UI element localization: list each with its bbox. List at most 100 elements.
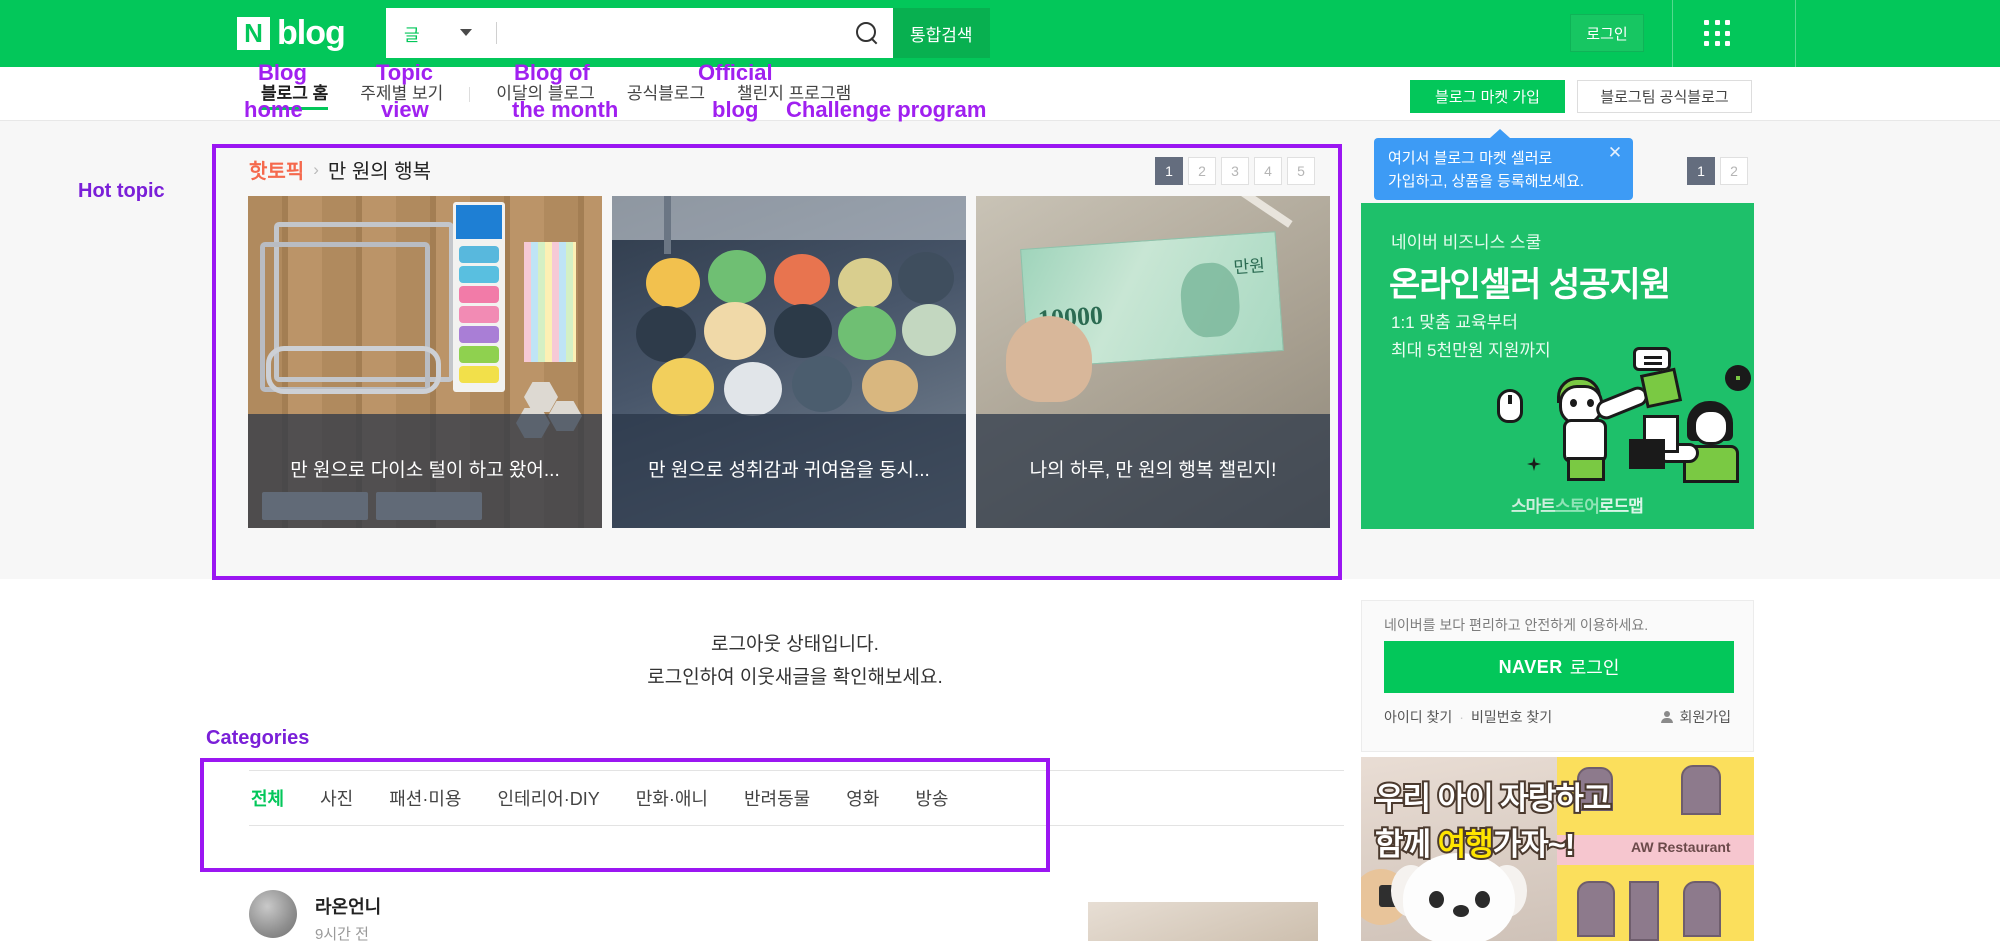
lnb-item-blog-home[interactable]: 블로그 홈	[245, 67, 344, 121]
ad-subtext-line1: 1:1 맞춤 교육부터	[1391, 313, 1518, 332]
hot-topic-page-1[interactable]: 1	[1155, 157, 1183, 185]
category-tab-pets[interactable]: 반려동물	[744, 785, 810, 811]
naver-login-button[interactable]: NAVER 로그인	[1384, 641, 1734, 693]
ad-title: 온라인셀러 성공지원	[1389, 266, 1671, 304]
lnb-item-official-blog[interactable]: 공식블로그	[611, 67, 721, 121]
card-caption: 만 원으로 성취감과 귀여움을 동시...	[612, 414, 966, 528]
category-tab-list: 전체 사진 패션·미용 인테리어·DIY 만화·애니 반려동물 영화 방송	[249, 771, 1344, 825]
lnb-item-topic-view[interactable]: 주제별 보기	[344, 67, 459, 121]
gnb-divider-left	[1672, 0, 1673, 67]
post-author-name[interactable]: 라온언니	[315, 893, 381, 919]
card-caption: 만 원으로 다이소 털이 하고 왔어...	[248, 414, 602, 528]
ad-dog-sign-text: AW Restaurant	[1631, 839, 1731, 855]
gnb-divider-right	[1795, 0, 1796, 67]
card-caption: 나의 하루, 만 원의 행복 챌린지!	[976, 414, 1330, 528]
search-type-label: 글	[404, 25, 420, 45]
total-search-button[interactable]: 통합검색	[893, 8, 990, 58]
hot-topic-card[interactable]: 만 원으로 성취감과 귀여움을 동시...	[612, 196, 966, 528]
naver-brand-text: NAVER	[1498, 656, 1563, 677]
login-card-note: 네이버를 보다 편리하고 안전하게 이용하세요.	[1384, 617, 1649, 633]
logout-notice-line2: 로그인하여 이웃새글을 확인해보세요.	[647, 667, 943, 689]
hot-topic-pagination: 1 2 3 4 5	[1155, 157, 1315, 185]
ad-roadmap-part2: 스토어	[1554, 497, 1600, 516]
search-box: 글	[386, 8, 841, 58]
business-school-ad-banner[interactable]: 네이버 비즈니스 스쿨 온라인셀러 성공지원 1:1 맞춤 교육부터 최대 5천…	[1361, 203, 1754, 529]
login-help-links: 아이디 찾기 · 비밀번호 찾기	[1384, 707, 1552, 727]
ad-roadmap-text: 스마트스토어로드맵	[1511, 492, 1644, 517]
lnb-item-challenge-program[interactable]: 챌린지 프로그램	[721, 67, 867, 121]
ad-dog-caption-suffix: 가자~!	[1491, 825, 1577, 864]
lnb-vertical-divider	[469, 86, 471, 102]
naver-blog-logo[interactable]: N blog	[237, 10, 346, 56]
category-tab-photo[interactable]: 사진	[320, 785, 353, 811]
person-icon	[1660, 710, 1674, 724]
logout-notice: 로그아웃 상태입니다. 로그인하여 이웃새글을 확인해보세요.	[195, 628, 1395, 695]
category-tab-comics-anime[interactable]: 만화·애니	[636, 785, 708, 811]
tooltip-line2: 가입하고, 상품을 등록해보세요.	[1388, 172, 1585, 190]
chevron-right-icon: ›	[313, 159, 319, 179]
search-submit-button[interactable]	[841, 8, 893, 58]
market-seller-tooltip: 여기서 블로그 마켓 셀러로 가입하고, 상품을 등록해보세요. ✕	[1374, 129, 1633, 200]
naver-login-card: 네이버를 보다 편리하고 안전하게 이용하세요. NAVER 로그인 아이디 찾…	[1361, 600, 1754, 752]
close-icon[interactable]: ✕	[1606, 144, 1624, 162]
screenshot-root: N blog 글 통합검색 로그인 블로그 홈 주제별 보기 이달의 블로그 공…	[0, 0, 2000, 941]
naver-login-label: 로그인	[1569, 658, 1620, 678]
link-separator: ·	[1459, 709, 1464, 725]
hot-topic-page-4[interactable]: 4	[1254, 157, 1282, 185]
logout-notice-line1: 로그아웃 상태입니다.	[711, 634, 879, 655]
hot-topic-label: 핫토픽	[249, 161, 305, 183]
category-section: 전체 사진 패션·미용 인테리어·DIY 만화·애니 반려동물 영화 방송	[249, 770, 1344, 826]
category-tab-interior-diy[interactable]: 인테리어·DIY	[497, 785, 599, 811]
find-id-link[interactable]: 아이디 찾기	[1384, 707, 1452, 727]
post-timestamp: 9시간 전	[315, 926, 369, 941]
lnb-item-list: 블로그 홈 주제별 보기 이달의 블로그 공식블로그 챌린지 프로그램	[245, 67, 867, 121]
post-list-item[interactable]: 라온언니 9시간 전	[249, 890, 381, 941]
ad-illustration	[1471, 347, 1751, 503]
login-button[interactable]: 로그인	[1570, 14, 1644, 52]
lnb-item-blog-of-the-month[interactable]: 이달의 블로그	[480, 67, 611, 121]
search-icon	[856, 22, 878, 44]
signup-link[interactable]: 회원가입	[1660, 707, 1731, 727]
signup-label: 회원가입	[1679, 709, 1731, 725]
global-nav-bar: N blog 글 통합검색 로그인	[0, 0, 2000, 67]
ad-dog-photo	[1403, 853, 1515, 941]
category-tab-fashion-beauty[interactable]: 패션·미용	[389, 785, 461, 811]
user-avatar[interactable]	[249, 890, 297, 938]
sidebar-ad-page-1[interactable]: 1	[1687, 157, 1715, 185]
search-type-select[interactable]: 글	[386, 8, 496, 58]
grid-apps-icon[interactable]	[1700, 16, 1736, 52]
tooltip-line1: 여기서 블로그 마켓 셀러로	[1388, 150, 1553, 167]
sidebar-ad-pagination: 1 2	[1687, 157, 1748, 185]
ad-dog-caption-line2: 함께 여행가자~!	[1373, 819, 1577, 864]
blog-wordmark: blog	[277, 14, 346, 52]
hot-topic-page-3[interactable]: 3	[1221, 157, 1249, 185]
chevron-down-icon	[460, 29, 472, 36]
ad-roadmap-part3: 로드맵	[1598, 497, 1644, 516]
blog-team-official-blog-button[interactable]: 블로그팀 공식블로그	[1577, 80, 1752, 113]
find-password-link[interactable]: 비밀번호 찾기	[1471, 707, 1552, 727]
category-tab-movie[interactable]: 영화	[846, 785, 879, 811]
pet-travel-ad-banner[interactable]: AW Restaurant 우리 아이 자랑하고 함께 여행가자~!	[1361, 757, 1754, 941]
hot-topic-title: 만 원의 행복	[327, 161, 431, 183]
sidebar-ad-page-2[interactable]: 2	[1720, 157, 1748, 185]
hot-topic-header: 핫토픽 › 만 원의 행복	[249, 155, 431, 184]
ad-kicker: 네이버 비즈니스 스쿨	[1391, 233, 1542, 252]
post-meta: 라온언니 9시간 전	[315, 890, 381, 941]
blog-market-join-button[interactable]: 블로그 마켓 가입	[1410, 80, 1565, 113]
post-thumbnail[interactable]	[1088, 902, 1318, 941]
ad-dog-caption-highlight: 여행	[1436, 825, 1496, 864]
hot-topic-card[interactable]: 만 원으로 다이소 털이 하고 왔어...	[248, 196, 602, 528]
search-input[interactable]	[497, 8, 841, 58]
naver-n-icon: N	[237, 16, 270, 50]
ad-roadmap-part1: 스마트	[1511, 497, 1556, 516]
category-tab-all[interactable]: 전체	[251, 785, 284, 811]
ad-dog-caption-prefix: 함께	[1373, 825, 1438, 864]
hot-topic-page-5[interactable]: 5	[1287, 157, 1315, 185]
hot-topic-page-2[interactable]: 2	[1188, 157, 1216, 185]
annotation-categories-label: Categories	[206, 727, 310, 749]
category-tab-broadcast[interactable]: 방송	[915, 785, 948, 811]
category-bottom-divider	[249, 825, 1344, 826]
hot-topic-card[interactable]: 10000 만원 나의 하루, 만 원의 행복 챌린지!	[976, 196, 1330, 528]
hot-topic-card-list: 만 원으로 다이소 털이 하고 왔어... 만 원으로 성취감과 귀여움을 동시…	[248, 196, 1330, 528]
ad-dog-caption-line1: 우리 아이 자랑하고	[1373, 779, 1613, 818]
